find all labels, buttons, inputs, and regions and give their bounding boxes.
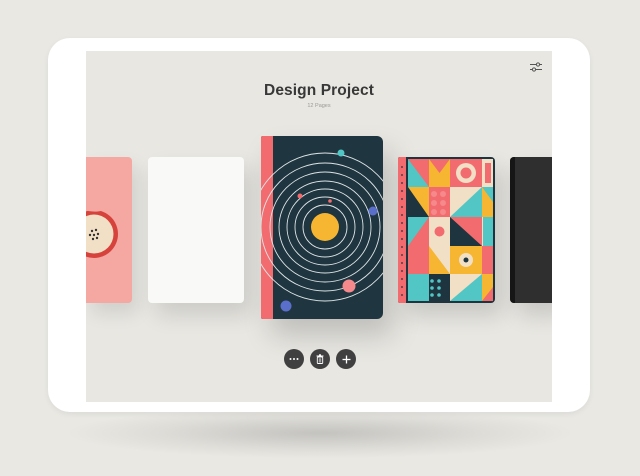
notebook-white[interactable]: [148, 157, 244, 303]
plus-icon: [342, 355, 350, 363]
sliders-icon: [530, 62, 542, 72]
device-shadow: [70, 408, 570, 458]
add-button[interactable]: [336, 349, 356, 369]
page-title: Design Project: [264, 82, 374, 99]
page-count: 12 Pages: [307, 103, 331, 109]
delete-button[interactable]: [310, 349, 330, 369]
geometric-pattern: [401, 159, 493, 301]
ellipsis-icon: [289, 358, 299, 360]
notebook-pink-fruit[interactable]: [86, 157, 132, 303]
trash-icon: [316, 354, 324, 364]
bottom-toolbar: [284, 349, 356, 369]
notebook-black[interactable]: [510, 157, 552, 303]
orbit-illustration: [261, 149, 383, 312]
apple-illustration: [86, 203, 118, 258]
settings-button[interactable]: [528, 59, 544, 75]
app-screen: Design Project 12 Pages: [86, 51, 552, 402]
notebook-edge: [510, 157, 515, 303]
more-button[interactable]: [284, 349, 304, 369]
notebook-space-orbit[interactable]: [261, 136, 383, 319]
notebook-geometric[interactable]: [398, 157, 495, 303]
tablet-frame: Design Project 12 Pages: [48, 38, 590, 412]
